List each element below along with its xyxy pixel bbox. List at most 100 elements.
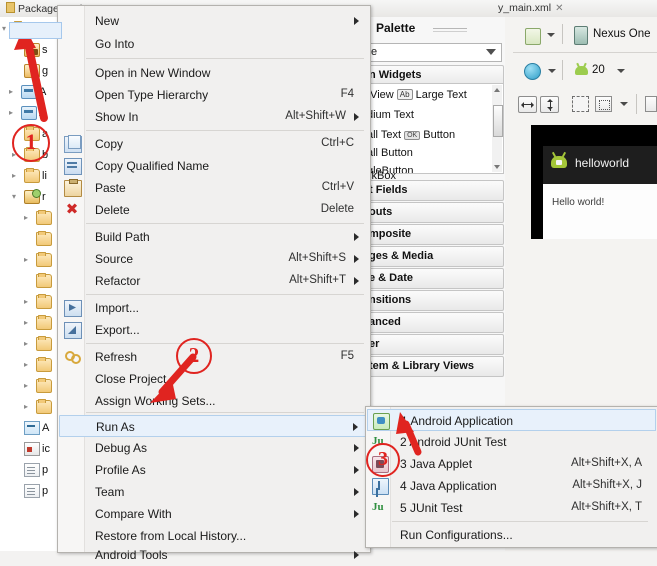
menu-item-export[interactable]: Export...: [59, 319, 368, 341]
tree-item[interactable]: ▸: [0, 397, 62, 418]
tree-item[interactable]: ▸: [0, 355, 62, 376]
menu-item-show-in[interactable]: Show In Alt+Shift+W: [59, 106, 368, 128]
tree-item[interactable]: [0, 271, 62, 292]
tree-item[interactable]: ▸: [0, 376, 62, 397]
zoom-caret-icon[interactable]: [620, 102, 628, 106]
menu-item-import[interactable]: Import...: [59, 297, 368, 319]
palette-item-small-button[interactable]: all Button: [367, 147, 413, 159]
expand-twisty-icon[interactable]: ▸: [24, 382, 32, 390]
menu-item-build-path[interactable]: Build Path: [59, 226, 368, 248]
zoom-fit-icon[interactable]: [572, 96, 589, 112]
tree-item[interactable]: s: [0, 40, 62, 61]
submenu-item-junit-test[interactable]: Ju 5 JUnit Test Alt+Shift+X, T: [367, 497, 656, 519]
palette-group-advanced[interactable]: anced: [362, 312, 504, 333]
close-icon[interactable]: ✕: [555, 3, 563, 14]
menu-item-refresh[interactable]: Refresh F5: [59, 346, 368, 368]
chevron-down-icon[interactable]: [486, 49, 496, 55]
palette-group-composite[interactable]: mposite: [362, 224, 504, 245]
palette-item-small-text[interactable]: all Text OK Button: [367, 129, 455, 141]
package-explorer-tree[interactable]: ▾hellosg▸A▸Aa▸b▸li▾r▸▸▸▸▸▸▸▸Aicpp: [0, 17, 63, 551]
zoom-actual-icon[interactable]: [595, 96, 612, 112]
menu-item-android-tools[interactable]: Android Tools: [59, 544, 368, 566]
menu-item-assign-working-sets[interactable]: Assign Working Sets...: [59, 390, 368, 412]
palette-group-text-fields[interactable]: t Fields: [362, 180, 504, 201]
palette-scrollbar[interactable]: [492, 85, 503, 172]
expand-twisty-icon[interactable]: ▸: [24, 256, 32, 264]
expand-twisty-icon[interactable]: ▸: [12, 172, 20, 180]
menu-item-debug-as[interactable]: Debug As: [59, 437, 368, 459]
palette-group-images-media[interactable]: ges & Media: [362, 246, 504, 267]
tree-item[interactable]: [0, 229, 62, 250]
expand-twisty-icon[interactable]: [12, 487, 20, 495]
theme-caret-icon[interactable]: [548, 69, 556, 73]
menu-item-copy-qualified-name[interactable]: Copy Qualified Name: [59, 155, 368, 177]
submenu-item-android-application[interactable]: 1 Android Application: [367, 409, 656, 431]
palette-group-layouts[interactable]: outs: [362, 202, 504, 223]
tree-item[interactable]: ic: [0, 439, 62, 460]
expand-twisty-icon[interactable]: ▸: [24, 319, 32, 327]
menu-item-close-project[interactable]: Close Project: [59, 368, 368, 390]
project-context-menu[interactable]: New Go Into Open in New Window Open Type…: [57, 5, 371, 562]
menu-item-new[interactable]: New: [59, 10, 368, 32]
menu-item-refactor[interactable]: Refactor Alt+Shift+T: [59, 270, 368, 292]
submenu-item-run-configurations[interactable]: Run Configurations...: [367, 524, 656, 546]
palette-item-textview[interactable]: tView Ab Large Text: [367, 89, 467, 101]
api-level-caret-icon[interactable]: [617, 69, 625, 73]
menu-item-open-in-new-window[interactable]: Open in New Window: [59, 62, 368, 84]
submenu-item-java-application[interactable]: 4 Java Application Alt+Shift+X, J: [367, 475, 656, 497]
menu-item-profile-as[interactable]: Profile As: [59, 459, 368, 481]
tree-item[interactable]: ▸: [0, 292, 62, 313]
scroll-up-icon[interactable]: [494, 88, 500, 92]
expand-twisty-icon[interactable]: ▸: [24, 298, 32, 306]
menu-item-run-as[interactable]: Run As: [59, 415, 368, 437]
expand-twisty-icon[interactable]: ▸: [24, 403, 32, 411]
scrollbar-thumb[interactable]: [493, 105, 503, 137]
expand-twisty-icon[interactable]: [12, 445, 20, 453]
fit-width-icon[interactable]: [518, 96, 537, 113]
tree-item[interactable]: g: [0, 61, 62, 82]
palette-item-medium-text[interactable]: dium Text: [367, 109, 414, 121]
expand-twisty-icon[interactable]: [12, 67, 20, 75]
expand-twisty-icon[interactable]: ▸: [9, 88, 17, 96]
expand-twisty-icon[interactable]: ▸: [9, 109, 17, 117]
tab-layout-xml[interactable]: y_main.xml ✕: [498, 2, 564, 14]
api-level-label[interactable]: 20: [592, 64, 605, 76]
android-platform-icon[interactable]: [574, 62, 589, 77]
palette-group-time-date[interactable]: e & Date: [362, 268, 504, 289]
tree-item[interactable]: A: [0, 418, 62, 439]
tree-item[interactable]: ▸: [0, 313, 62, 334]
theme-globe-icon[interactable]: [524, 63, 541, 80]
expand-twisty-icon[interactable]: ▸: [24, 214, 32, 222]
expand-twisty-icon[interactable]: ▾: [12, 193, 20, 201]
palette-config-combo[interactable]: te: [364, 43, 502, 62]
menu-item-open-type-hierarchy[interactable]: Open Type Hierarchy F4: [59, 84, 368, 106]
fit-height-icon[interactable]: [540, 96, 559, 113]
tree-item[interactable]: ▸ li: [0, 166, 62, 187]
palette-group-custom-library-views[interactable]: tem & Library Views: [362, 356, 504, 377]
expand-twisty-icon[interactable]: [12, 466, 20, 474]
tree-item[interactable]: ▸ A: [0, 103, 62, 124]
scroll-down-icon[interactable]: [494, 165, 500, 169]
tree-item[interactable]: ▸ A: [0, 82, 62, 103]
menu-item-team[interactable]: Team: [59, 481, 368, 503]
expand-twisty-icon[interactable]: [12, 424, 20, 432]
menu-item-compare-with[interactable]: Compare With: [59, 503, 368, 525]
tree-item[interactable]: ▸: [0, 250, 62, 271]
refresh-preview-icon[interactable]: [645, 96, 657, 112]
expand-twisty-icon[interactable]: ▸: [24, 340, 32, 348]
expand-twisty-icon[interactable]: [24, 277, 32, 285]
expand-twisty-icon[interactable]: ▸: [24, 361, 32, 369]
submenu-item-android-junit-test[interactable]: Ju 2 Android JUnit Test: [367, 431, 656, 453]
tree-item[interactable]: ▸: [0, 208, 62, 229]
menu-item-copy[interactable]: Copy Ctrl+C: [59, 133, 368, 155]
palette-group-transitions[interactable]: nsitions: [362, 290, 504, 311]
device-icon[interactable]: [574, 26, 588, 45]
device-name-label[interactable]: Nexus One: [593, 28, 651, 40]
config-chooser-icon[interactable]: [522, 26, 542, 45]
tree-item[interactable]: p: [0, 481, 62, 502]
menu-item-paste[interactable]: Paste Ctrl+V: [59, 177, 368, 199]
menu-item-go-into[interactable]: Go Into: [59, 33, 368, 55]
menu-item-delete[interactable]: ✖ Delete Delete: [59, 199, 368, 221]
config-chooser-caret-icon[interactable]: [547, 33, 555, 37]
tree-item[interactable]: ▸: [0, 334, 62, 355]
